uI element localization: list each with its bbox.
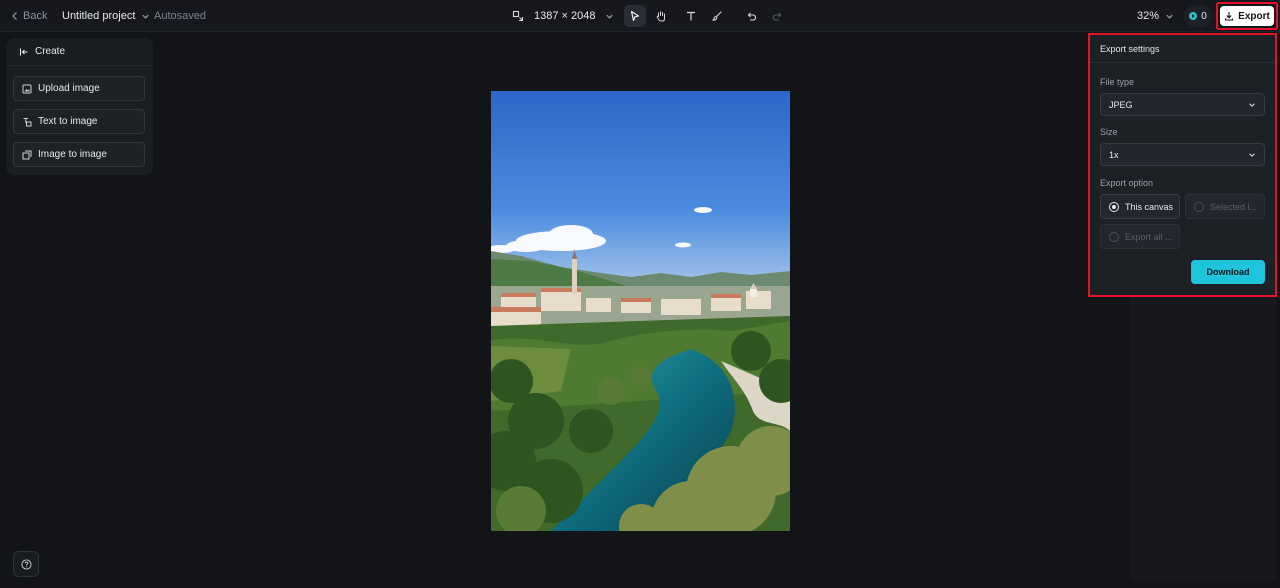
image-to-image-button[interactable]: Image to image xyxy=(13,142,145,167)
canvas-size-value: 1387 × 2048 xyxy=(534,10,596,22)
cursor-icon xyxy=(630,10,640,22)
export-highlight: Export xyxy=(1216,2,1278,30)
chevron-down-icon xyxy=(1249,152,1255,157)
resize-icon xyxy=(512,10,524,22)
file-type-value: JPEG xyxy=(1109,99,1133,110)
brush-icon xyxy=(711,11,722,21)
option-export-all[interactable]: Export all ... xyxy=(1100,224,1180,249)
zoom-value: 32% xyxy=(1137,10,1160,22)
save-status: Autosaved xyxy=(154,10,206,22)
back-label: Back xyxy=(23,10,48,22)
text-to-image-icon xyxy=(23,117,32,126)
size-value: 1x xyxy=(1109,149,1119,160)
export-option-label: Export option xyxy=(1100,178,1154,188)
tool-group xyxy=(624,0,788,32)
export-settings-panel: Export settings File type JPEG Size 1x E… xyxy=(1088,33,1277,297)
option-selected-label: Selected l... xyxy=(1210,201,1258,212)
undo-icon xyxy=(747,12,757,21)
upload-image-label: Upload image xyxy=(38,83,100,94)
right-side-panel xyxy=(1130,296,1276,583)
create-title: Create xyxy=(35,46,66,57)
radio-checked-icon xyxy=(1109,201,1119,212)
undo-button[interactable] xyxy=(740,5,762,27)
file-type-select[interactable]: JPEG xyxy=(1100,93,1265,116)
chevron-down-icon xyxy=(1166,14,1173,19)
image-to-image-icon xyxy=(22,150,32,159)
upload-image-icon xyxy=(22,84,32,93)
canvas-size-dropdown[interactable]: 1387 × 2048 xyxy=(512,0,614,32)
hand-tool-button[interactable] xyxy=(650,5,672,27)
chevron-left-icon xyxy=(12,12,17,20)
file-type-label: File type xyxy=(1100,77,1135,87)
credits-badge[interactable]: 0 xyxy=(1184,5,1212,27)
export-label: Export xyxy=(1238,10,1270,22)
top-bar: Back Untitled project Autosaved 1387 × 2… xyxy=(0,0,1280,32)
text-tool-button[interactable] xyxy=(680,5,702,27)
chevron-down-icon xyxy=(1249,102,1255,107)
hand-icon xyxy=(656,11,665,22)
credits-count: 0 xyxy=(1201,10,1207,22)
option-selected-layers[interactable]: Selected l... xyxy=(1185,194,1265,219)
export-button[interactable]: Export xyxy=(1220,6,1274,26)
create-panel: Create Upload image Text to image Image … xyxy=(6,38,153,175)
help-icon xyxy=(20,558,32,570)
help-button[interactable] xyxy=(13,551,39,577)
chevron-down-icon xyxy=(606,14,614,19)
size-select[interactable]: 1x xyxy=(1100,143,1265,166)
redo-icon xyxy=(772,12,782,21)
download-button[interactable]: Download xyxy=(1191,260,1265,284)
option-export-all-label: Export all ... xyxy=(1125,231,1173,242)
option-this-canvas[interactable]: This canvas xyxy=(1100,194,1180,219)
size-label: Size xyxy=(1100,127,1118,137)
credit-icon xyxy=(1189,12,1198,20)
text-to-image-label: Text to image xyxy=(38,116,98,127)
upload-image-button[interactable]: Upload image xyxy=(13,76,145,101)
project-name-dropdown[interactable]: Untitled project xyxy=(62,0,150,32)
text-to-image-button[interactable]: Text to image xyxy=(13,109,145,134)
option-this-canvas-label: This canvas xyxy=(1125,201,1174,212)
collapse-left-icon xyxy=(19,48,28,55)
zoom-dropdown[interactable]: 32% xyxy=(1137,0,1174,32)
radio-unchecked-icon xyxy=(1194,201,1204,212)
download-icon xyxy=(1225,12,1234,21)
image-to-image-label: Image to image xyxy=(38,149,107,160)
back-button[interactable]: Back xyxy=(10,0,47,32)
project-name: Untitled project xyxy=(62,10,136,22)
redo-button[interactable] xyxy=(766,5,788,27)
text-icon xyxy=(687,11,695,21)
chevron-down-icon xyxy=(142,14,149,19)
brush-tool-button[interactable] xyxy=(706,5,728,27)
radio-unchecked-icon xyxy=(1109,231,1119,242)
canvas-image[interactable] xyxy=(491,91,790,531)
export-settings-title: Export settings xyxy=(1090,35,1275,63)
create-header[interactable]: Create xyxy=(6,38,153,66)
select-tool-button[interactable] xyxy=(624,5,646,27)
